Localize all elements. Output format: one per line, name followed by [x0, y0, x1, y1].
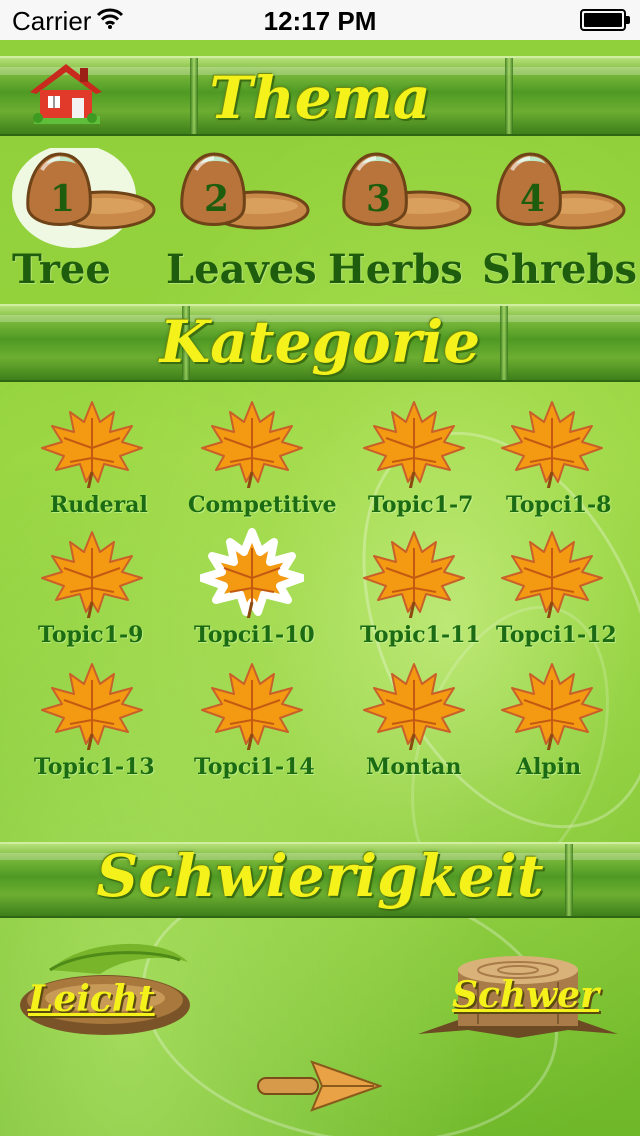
- category-item[interactable]: Topci1-8: [500, 398, 640, 528]
- maple-leaf-icon: [201, 401, 303, 488]
- easy-button[interactable]: Leicht: [10, 940, 190, 1040]
- category-label: Montan: [366, 754, 462, 780]
- category-label: Topic1-7: [368, 492, 474, 518]
- theme-number: 3: [366, 178, 392, 220]
- kategorie-title: Kategorie: [159, 308, 481, 376]
- clock: 12:17 PM: [263, 6, 377, 36]
- category-label: Competitive: [188, 492, 337, 518]
- status-bar: Carrier 12:17 PM: [0, 0, 640, 40]
- schwierigkeit-title: Schwierigkeit: [96, 842, 544, 910]
- maple-leaf-icon: [363, 663, 465, 750]
- category-item[interactable]: Topci1-12: [496, 528, 640, 658]
- theme-number: 2: [204, 178, 230, 220]
- maple-leaf-icon: [201, 663, 303, 750]
- category-label: Topic1-13: [34, 754, 155, 780]
- category-item[interactable]: Montan: [362, 660, 502, 790]
- maple-leaf-icon: [501, 531, 603, 618]
- category-label: Topci1-10: [194, 622, 315, 648]
- seed-icon: [342, 152, 472, 230]
- theme-number: 1: [50, 178, 76, 220]
- hard-button[interactable]: Schwer: [418, 952, 618, 1042]
- theme-label: Leaves: [166, 246, 317, 293]
- category-label: Ruderal: [50, 492, 148, 518]
- category-item[interactable]: Ruderal: [40, 398, 180, 528]
- theme-label: Herbs: [328, 246, 463, 293]
- seed-icon: [12, 148, 156, 248]
- arrow-right-icon: [257, 1060, 384, 1112]
- category-label: Topic1-9: [38, 622, 144, 648]
- theme-item-1[interactable]: 1 Tree: [12, 148, 172, 308]
- hard-label: Schwer: [452, 974, 599, 1016]
- battery-icon: [580, 9, 630, 31]
- category-item[interactable]: Alpin: [500, 660, 640, 790]
- maple-leaf-icon: [41, 531, 143, 618]
- category-label: Alpin: [516, 754, 582, 780]
- theme-item-3[interactable]: 3 Herbs: [328, 148, 488, 308]
- next-button[interactable]: [256, 1058, 384, 1114]
- category-label: Topci1-14: [194, 754, 315, 780]
- easy-label: Leicht: [28, 978, 155, 1020]
- theme-label: Shrebs: [482, 246, 637, 293]
- category-item[interactable]: Topci1-10: [194, 528, 340, 658]
- theme-number: 4: [520, 178, 546, 220]
- maple-leaf-icon: [41, 401, 143, 488]
- maple-leaf-icon: [501, 663, 603, 750]
- theme-label: Tree: [12, 246, 111, 293]
- category-item[interactable]: Topci1-14: [194, 660, 340, 790]
- maple-leaf-icon: [41, 663, 143, 750]
- seed-icon: [180, 152, 310, 230]
- category-label: Topci1-8: [506, 492, 612, 518]
- maple-leaf-icon: [363, 401, 465, 488]
- category-item[interactable]: Competitive: [188, 398, 340, 528]
- category-item[interactable]: Topic1-7: [362, 398, 502, 528]
- theme-item-4[interactable]: 4 Shrebs: [482, 148, 640, 308]
- category-label: Topic1-11: [360, 622, 481, 648]
- seed-icon: [496, 152, 626, 230]
- maple-leaf-icon: [501, 401, 603, 488]
- theme-item-2[interactable]: 2 Leaves: [166, 148, 326, 308]
- thema-title: Thema: [209, 64, 431, 132]
- category-item[interactable]: Topic1-9: [38, 528, 180, 658]
- category-label: Topci1-12: [496, 622, 617, 648]
- maple-leaf-icon: [200, 528, 304, 618]
- category-item[interactable]: Topic1-11: [360, 528, 502, 658]
- maple-leaf-icon: [363, 531, 465, 618]
- category-item[interactable]: Topic1-13: [34, 660, 180, 790]
